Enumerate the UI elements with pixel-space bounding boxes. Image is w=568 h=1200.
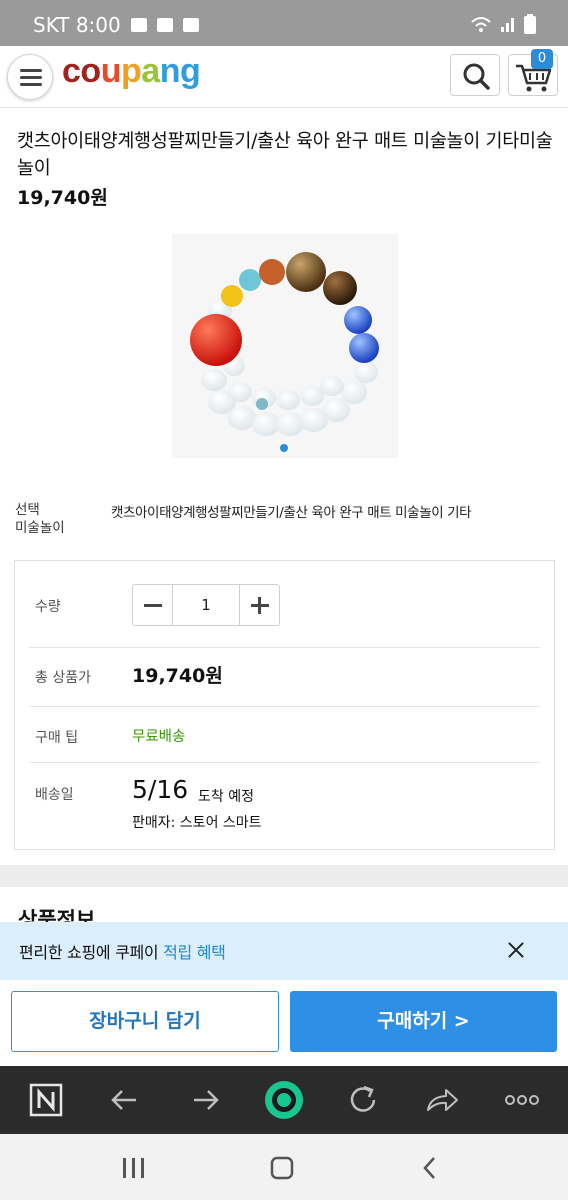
divider bbox=[29, 647, 540, 648]
status-left: SKT 8:00 bbox=[33, 13, 199, 37]
banner-text: 편리한 쇼핑에 쿠페이 적립 혜택 bbox=[19, 939, 226, 963]
naver-n-icon bbox=[29, 1083, 63, 1117]
seller-info: 판매자: 스토어 스마트 bbox=[132, 815, 262, 831]
search-button[interactable] bbox=[450, 54, 500, 96]
option-label: 선택 미술놀이 bbox=[15, 501, 65, 537]
logo-letter: u bbox=[100, 52, 122, 90]
decrease-quantity-button[interactable] bbox=[133, 585, 173, 625]
purchase-tip-label: 구매 팁 bbox=[35, 730, 79, 746]
refresh-button[interactable] bbox=[344, 1082, 384, 1118]
more-options-button[interactable] bbox=[502, 1082, 542, 1118]
total-price-value: 19,740원 bbox=[132, 665, 223, 687]
carousel-dot-active[interactable] bbox=[280, 444, 288, 452]
bottom-action-bar: 장바구니 담기 구매하기 > bbox=[0, 980, 568, 1066]
bracelet-illustration bbox=[190, 252, 379, 436]
option-label-line: 미술놀이 bbox=[15, 520, 65, 536]
free-shipping-text: 무료배송 bbox=[132, 729, 186, 745]
cart-count-badge: 0 bbox=[531, 49, 553, 69]
notification-icon bbox=[130, 18, 147, 32]
browser-toolbar bbox=[0, 1066, 568, 1134]
option-label-line: 선택 bbox=[15, 502, 40, 518]
menu-icon-line bbox=[20, 83, 42, 86]
logo-letter: c bbox=[62, 52, 81, 90]
buy-now-button[interactable]: 구매하기 > bbox=[290, 991, 557, 1052]
option-value[interactable]: 캣츠아이태양계행성팔찌만들기/출산 육아 완구 매트 미술놀이 기타 bbox=[111, 501, 556, 521]
purchase-options-box: 수량 1 총 상품가 19,740원 구매 팁 무료배송 배송일 5/16 도착… bbox=[14, 560, 555, 850]
green-dot-button[interactable] bbox=[262, 1078, 306, 1122]
battery-icon bbox=[524, 14, 536, 34]
add-to-cart-button[interactable]: 장바구니 담기 bbox=[11, 991, 279, 1052]
naver-home-button[interactable] bbox=[27, 1082, 67, 1118]
app-header: coupang 0 bbox=[0, 46, 568, 108]
banner-close-button[interactable] bbox=[502, 936, 530, 964]
message-notification-icon bbox=[182, 18, 199, 32]
signal-icon bbox=[501, 18, 514, 32]
arrow-right-icon bbox=[194, 1090, 219, 1110]
banner-text-highlight: 적립 혜택 bbox=[163, 943, 226, 962]
status-right bbox=[470, 14, 536, 34]
wifi-icon bbox=[471, 17, 491, 32]
coupang-logo[interactable]: coupang bbox=[62, 52, 201, 91]
share-icon bbox=[427, 1089, 458, 1111]
product-image[interactable] bbox=[172, 234, 398, 458]
arrow-left-icon bbox=[111, 1090, 136, 1110]
quantity-label: 수량 bbox=[35, 599, 61, 615]
back-button[interactable] bbox=[106, 1082, 146, 1118]
logo-letter: p bbox=[120, 52, 142, 90]
home-icon[interactable] bbox=[268, 1154, 296, 1182]
menu-icon-line bbox=[20, 69, 42, 72]
plus-icon bbox=[258, 597, 261, 614]
cart-button[interactable]: 0 bbox=[508, 49, 558, 96]
quantity-value[interactable]: 1 bbox=[173, 585, 239, 625]
system-navigation-bar bbox=[0, 1134, 568, 1200]
logo-letter: a bbox=[141, 52, 160, 90]
coupay-promo-banner[interactable]: 편리한 쇼핑에 쿠페이 적립 혜택 bbox=[0, 922, 568, 980]
divider bbox=[29, 706, 540, 707]
share-button[interactable] bbox=[422, 1082, 462, 1118]
increase-quantity-button[interactable] bbox=[239, 585, 279, 625]
more-icon bbox=[505, 1095, 539, 1105]
carrier-time: SKT 8:00 bbox=[33, 13, 121, 37]
minus-icon bbox=[144, 604, 162, 607]
status-bar: SKT 8:00 bbox=[0, 0, 568, 46]
divider bbox=[29, 762, 540, 763]
delivery-date-label: 배송일 bbox=[35, 787, 74, 803]
back-nav-icon[interactable] bbox=[418, 1154, 442, 1182]
image-notification-icon bbox=[156, 18, 173, 32]
logo-letter: o bbox=[80, 52, 101, 90]
product-price: 19,740원 bbox=[17, 187, 108, 209]
delivery-date: 5/16 bbox=[132, 775, 189, 804]
search-icon bbox=[463, 63, 490, 90]
banner-text-plain: 편리한 쇼핑에 쿠페이 bbox=[19, 943, 164, 962]
delivery-suffix: 도착 예정 bbox=[198, 789, 254, 805]
menu-icon-line bbox=[20, 76, 42, 79]
menu-button[interactable] bbox=[7, 54, 53, 100]
total-price-label: 총 상품가 bbox=[35, 670, 91, 686]
forward-button[interactable] bbox=[186, 1082, 226, 1118]
logo-letter: n bbox=[159, 52, 181, 90]
refresh-icon bbox=[350, 1085, 376, 1112]
section-separator bbox=[0, 865, 568, 887]
quantity-stepper: 1 bbox=[132, 584, 280, 626]
product-title: 캣츠아이태양계행성팔찌만들기/출산 육아 완구 매트 미술놀이 기타미술놀이 bbox=[17, 131, 553, 179]
logo-letter: g bbox=[179, 52, 201, 90]
green-dot-icon bbox=[265, 1081, 303, 1119]
recent-apps-icon[interactable] bbox=[120, 1156, 148, 1180]
